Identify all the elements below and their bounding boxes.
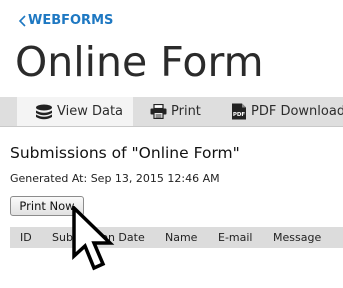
pdf-icon: PDF bbox=[231, 103, 247, 120]
tab-label: PDF Download bbox=[251, 104, 343, 119]
tab-pdf-download[interactable]: PDF PDF Download bbox=[231, 97, 343, 126]
column-header-name[interactable]: Name bbox=[165, 231, 197, 244]
generated-at-text: Generated At: Sep 13, 2015 12:46 AM bbox=[10, 172, 220, 185]
page-title: Online Form bbox=[15, 38, 264, 86]
column-header-message[interactable]: Message bbox=[273, 231, 321, 244]
tab-label: View Data bbox=[57, 104, 124, 119]
column-header-email[interactable]: E-mail bbox=[218, 231, 253, 244]
chevron-left-icon bbox=[18, 14, 26, 27]
back-link-label: WEBFORMS bbox=[28, 13, 114, 28]
printer-icon bbox=[150, 104, 167, 119]
tab-bar: View Data Print PDF PDF Download bbox=[0, 97, 343, 127]
svg-text:PDF: PDF bbox=[233, 112, 246, 118]
tab-label: Print bbox=[171, 104, 201, 119]
table-header: ID Submission Date Name E-mail Message bbox=[10, 227, 343, 248]
tab-view-data[interactable]: View Data bbox=[17, 97, 133, 126]
tab-print[interactable]: Print bbox=[150, 97, 201, 126]
column-header-id[interactable]: ID bbox=[20, 231, 32, 244]
back-to-webforms-link[interactable]: WEBFORMS bbox=[18, 13, 113, 28]
hand-pointer-cursor-icon bbox=[72, 206, 115, 271]
submissions-title: Submissions of "Online Form" bbox=[10, 144, 240, 162]
database-icon bbox=[35, 104, 53, 120]
